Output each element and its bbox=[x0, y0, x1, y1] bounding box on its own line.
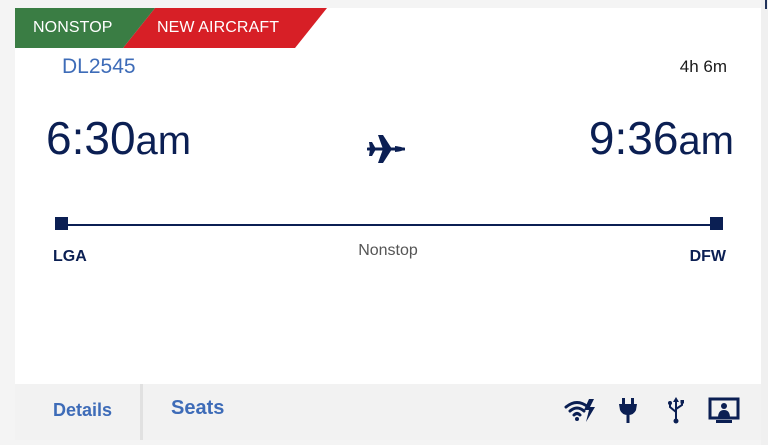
usb-icon bbox=[668, 397, 684, 424]
destination-airport-code: DFW bbox=[689, 248, 726, 265]
departure-time-ampm: am bbox=[135, 119, 192, 163]
amenities-list bbox=[563, 396, 741, 424]
power-outlet-icon bbox=[619, 398, 637, 423]
arrival-time: 9:36am bbox=[589, 115, 734, 161]
arrival-time-ampm: am bbox=[678, 119, 734, 163]
new-aircraft-badge-label: NEW AIRCRAFT bbox=[157, 19, 280, 36]
stops-label: Nonstop bbox=[358, 242, 418, 259]
seats-link[interactable]: Seats bbox=[171, 397, 224, 420]
wifi-icon bbox=[564, 399, 595, 422]
new-aircraft-badge: NEW AIRCRAFT bbox=[123, 8, 327, 48]
airplane-icon bbox=[367, 135, 405, 163]
details-link[interactable]: Details bbox=[53, 400, 112, 421]
arrival-time-value: 9:36 bbox=[588, 112, 679, 164]
flight-number: DL2545 bbox=[62, 55, 136, 78]
route-line bbox=[60, 224, 717, 226]
page-edge-marker bbox=[765, 0, 767, 9]
destination-marker bbox=[710, 217, 723, 230]
departure-time-value: 6:30 bbox=[46, 112, 136, 164]
origin-marker bbox=[55, 217, 68, 230]
flight-result-card[interactable]: NONSTOP NEW AIRCRAFT DL2545 4h 6m 6:30am… bbox=[15, 8, 761, 440]
footer-divider bbox=[140, 384, 143, 440]
nonstop-badge-label: NONSTOP bbox=[33, 19, 113, 36]
page-edge bbox=[761, 0, 768, 445]
departure-time: 6:30am bbox=[46, 115, 191, 161]
card-footer: Details Seats bbox=[15, 384, 761, 440]
flight-duration: 4h 6m bbox=[679, 57, 727, 76]
personal-screen-icon bbox=[708, 397, 740, 423]
